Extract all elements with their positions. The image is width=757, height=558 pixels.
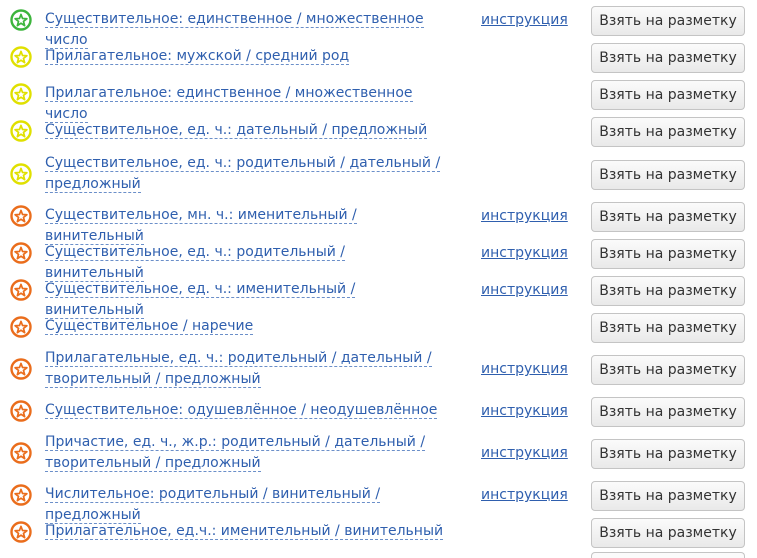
task-title: Существительное: одушевлённое / неодушев…: [45, 400, 445, 421]
take-for-markup-button[interactable]: Взять на разметку: [591, 6, 745, 36]
take-for-markup-button[interactable]: Взять на разметку: [591, 276, 745, 306]
task-title: Существительное, мн. ч.: именительный / …: [45, 205, 445, 247]
task-title-link[interactable]: Существительное, ед. ч.: родительный / в…: [45, 244, 346, 282]
take-for-markup-button[interactable]: Взять на разметку: [591, 518, 745, 548]
task-list: Существительное: единственное / множеств…: [0, 0, 757, 556]
take-for-markup-button[interactable]: Взять на разметку: [591, 43, 745, 73]
instruction-link[interactable]: инструкция: [481, 281, 568, 299]
take-for-markup-button[interactable]: Взять на разметку: [591, 239, 745, 269]
task-title-link[interactable]: Существительное: одушевлённое / неодушев…: [45, 402, 438, 419]
task-title-link[interactable]: Причастие, ед. ч., ж.р.: родительный / д…: [45, 434, 426, 472]
instruction-link[interactable]: инструкция: [481, 444, 568, 462]
take-for-markup-button[interactable]: Взять на разметку: [591, 397, 745, 427]
task-title-link[interactable]: Существительное, ед. ч.: дательный / пре…: [45, 122, 428, 139]
task-title-link[interactable]: Прилагательное: единственное / множестве…: [45, 85, 413, 123]
task-title: Существительное, ед. ч.: дательный / пре…: [45, 120, 445, 141]
instruction-link[interactable]: инструкция: [481, 11, 568, 29]
star-in-circle-icon: [10, 83, 32, 105]
star-in-circle-icon: [10, 242, 32, 264]
task-title-link[interactable]: Существительное, ед. ч.: родительный / д…: [45, 155, 441, 193]
task-title: Существительное: единственное / множеств…: [45, 9, 445, 51]
star-in-circle-icon: [10, 521, 32, 543]
star-in-circle-icon: [10, 279, 32, 301]
take-for-markup-button[interactable]: Взять на разметку: [591, 313, 745, 343]
star-in-circle-icon: [10, 120, 32, 142]
task-title-link[interactable]: Существительное, ед. ч.: именительный / …: [45, 281, 356, 319]
task-title-link[interactable]: Существительное / наречие: [45, 318, 254, 335]
task-title: Прилагательное: единственное / множестве…: [45, 83, 445, 125]
instruction-link[interactable]: инструкция: [481, 207, 568, 225]
instruction-link[interactable]: инструкция: [481, 360, 568, 378]
task-title: Существительное / наречие: [45, 316, 445, 337]
take-for-markup-button[interactable]: Взять на разметку: [591, 355, 745, 385]
task-title: Существительное, ед. ч.: родительный / д…: [45, 153, 445, 195]
star-in-circle-icon: [10, 358, 32, 380]
take-for-markup-button[interactable]: Взять на разметку: [591, 80, 745, 110]
instruction-link[interactable]: инструкция: [481, 244, 568, 262]
task-title: Прилагательное: мужской / средний род: [45, 46, 445, 67]
task-title: Числительное: родительный / винительный …: [45, 484, 445, 526]
task-title: Существительное, ед. ч.: родительный / в…: [45, 242, 445, 284]
star-in-circle-icon: [10, 9, 32, 31]
star-in-circle-icon: [10, 163, 32, 185]
task-title-link[interactable]: Прилагательное, ед.ч.: именительный / ви…: [45, 523, 444, 540]
star-in-circle-icon: [10, 400, 32, 422]
star-in-circle-icon: [10, 316, 32, 338]
task-title: Причастие, ед. ч., ж.р.: родительный / д…: [45, 432, 445, 474]
star-in-circle-icon: [10, 205, 32, 227]
task-title-link[interactable]: Прилагательное: мужской / средний род: [45, 48, 350, 65]
task-title-link[interactable]: Прилагательные, ед. ч.: родительный / да…: [45, 350, 432, 388]
task-title: Прилагательные, ед. ч.: родительный / да…: [45, 348, 445, 390]
task-title-link[interactable]: Числительное: родительный / винительный …: [45, 486, 381, 524]
take-for-markup-button[interactable]: Взять на разметку: [591, 439, 745, 469]
task-title-link[interactable]: Существительное: единственное / множеств…: [45, 11, 424, 49]
star-in-circle-icon: [10, 46, 32, 68]
task-title: Прилагательное, ед.ч.: именительный / ви…: [45, 521, 445, 542]
instruction-link[interactable]: инструкция: [481, 486, 568, 504]
task-title: Существительное, ед. ч.: именительный / …: [45, 279, 445, 321]
task-title-link[interactable]: Существительное, мн. ч.: именительный / …: [45, 207, 357, 245]
partial-next-button[interactable]: [591, 552, 745, 558]
take-for-markup-button[interactable]: Взять на разметку: [591, 160, 745, 190]
take-for-markup-button[interactable]: Взять на разметку: [591, 481, 745, 511]
star-in-circle-icon: [10, 484, 32, 506]
instruction-link[interactable]: инструкция: [481, 402, 568, 420]
take-for-markup-button[interactable]: Взять на разметку: [591, 117, 745, 147]
star-in-circle-icon: [10, 442, 32, 464]
take-for-markup-button[interactable]: Взять на разметку: [591, 202, 745, 232]
